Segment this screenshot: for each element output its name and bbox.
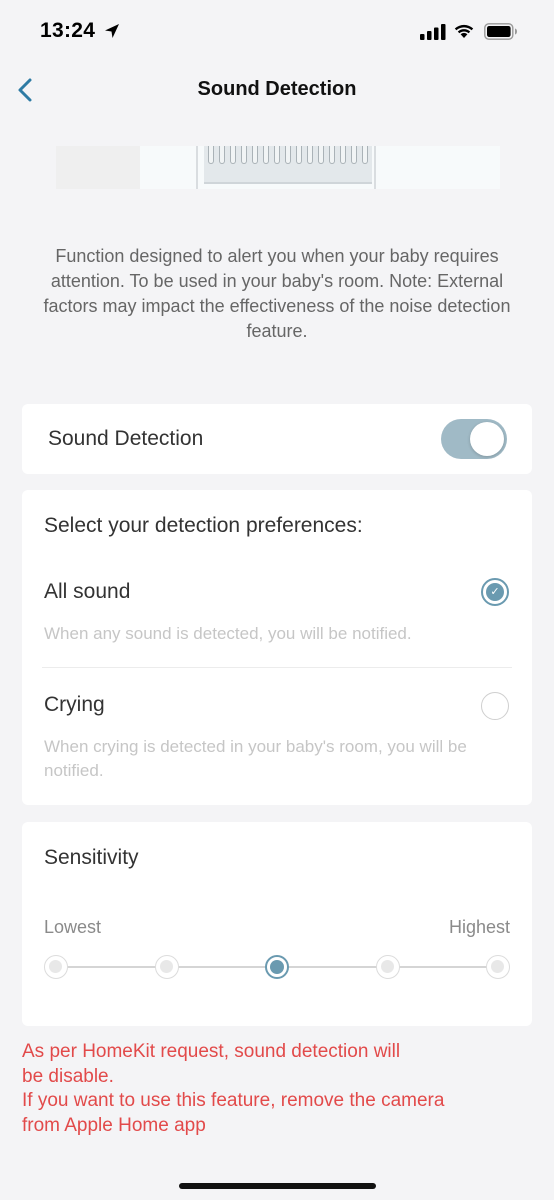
radio-all-sound[interactable]: ✓ [481,578,509,606]
homekit-warning: As per HomeKit request, sound detection … [22,1041,445,1136]
crib-bar [219,146,225,164]
sensitivity-slider[interactable] [44,954,510,980]
nav-bar: Sound Detection [0,64,554,116]
radio-crying[interactable] [481,692,509,720]
sound-detection-card: Sound Detection [22,404,532,474]
step-dot [270,960,284,974]
sound-detection-label: Sound Detection [48,427,204,450]
option-label: All sound [44,580,131,603]
sensitivity-step-2[interactable] [154,955,179,979]
option-description: When crying is detected in your baby's r… [44,737,467,780]
crib-bar [230,146,236,164]
crib-illustration [196,146,376,189]
cellular-signal-icon [420,24,446,40]
crib-bar [263,146,269,164]
status-time: 13:24 [40,19,96,42]
detection-preferences-card: Select your detection preferences: All s… [22,490,532,805]
option-description: When any sound is detected, you will be … [44,624,412,643]
hero-wall [56,146,140,189]
sensitivity-step-3[interactable] [265,955,289,979]
crib-bar [362,146,368,164]
sound-detection-toggle[interactable] [441,419,507,459]
checkmark-icon: ✓ [486,583,504,601]
location-arrow-icon [105,24,119,38]
page-title: Sound Detection [197,78,357,100]
crib-bar [307,146,313,164]
step-dot [49,960,62,973]
option-all-sound[interactable]: All sound ✓ When any sound is detected, … [22,570,532,660]
toggle-knob [470,422,504,456]
sensitivity-high-label: Highest [448,917,510,937]
crib-bar [274,146,280,164]
crib-bar [329,146,335,164]
preferences-heading: Select your detection preferences: [44,514,363,537]
sensitivity-step-4[interactable] [375,955,400,979]
home-indicator [179,1183,376,1189]
crib-mattress [204,146,372,184]
divider [42,667,512,668]
option-label: Crying [44,693,105,716]
sensitivity-low-label: Lowest [44,917,102,937]
step-dot [491,960,504,973]
battery-icon [484,23,517,40]
option-crying[interactable]: Crying When crying is detected in your b… [22,683,532,793]
crib-bar [208,146,214,164]
sensitivity-heading: Sensitivity [44,846,139,869]
crib-bar [285,146,291,164]
nursery-illustration [56,146,500,189]
crib-bar [252,146,258,164]
crib-bar [318,146,324,164]
crib-bar [296,146,302,164]
crib-bar [340,146,346,164]
crib-bar [241,146,247,164]
crib-bar [351,146,357,164]
sensitivity-step-5[interactable] [486,955,510,979]
sensitivity-card: Sensitivity Lowest Highest [22,822,532,1026]
wifi-icon [454,24,474,38]
step-dot [159,960,173,973]
status-bar: 13:24 [0,0,554,64]
sensitivity-step-1[interactable] [44,955,68,979]
feature-description: Function designed to alert you when your… [43,246,511,341]
step-dot [380,960,394,973]
